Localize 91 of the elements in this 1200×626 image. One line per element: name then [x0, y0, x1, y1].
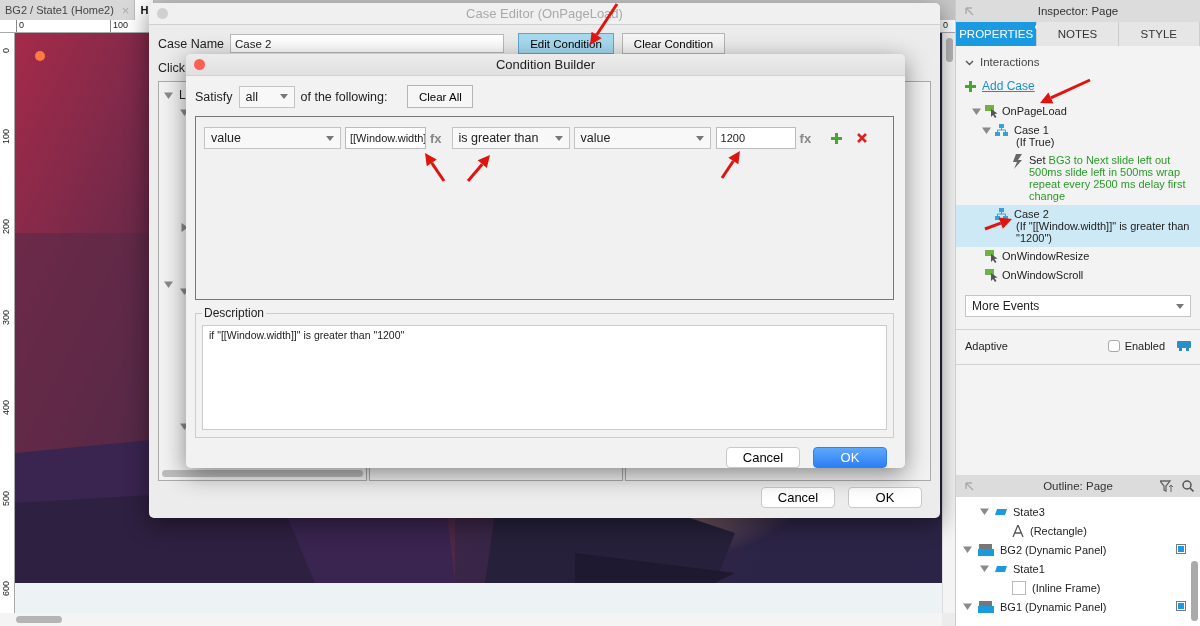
annotation-arrow [720, 151, 740, 179]
text-widget-icon [1012, 524, 1024, 537]
case-condition: (If True) [1015, 136, 1055, 148]
state-icon [995, 565, 1007, 572]
inspector-tab[interactable]: STYLE [1118, 22, 1200, 46]
caret-icon [279, 94, 288, 99]
scrollbar-thumb[interactable] [946, 38, 953, 62]
operator-dropdown[interactable]: is greater than [451, 127, 570, 149]
annotation-arrow [984, 217, 1012, 231]
condition-button[interactable]: Clear Condition [622, 33, 725, 54]
event-label[interactable]: OnPageLoad [1002, 105, 1067, 117]
add-icon[interactable] [965, 80, 976, 92]
caret-icon [695, 135, 704, 141]
annotation-arrow [425, 153, 446, 182]
event-label[interactable]: OnWindowScroll [1002, 269, 1084, 281]
ruler: 0 100 200 300 400 500 600 [0, 33, 15, 613]
panel-title: Inspector: Page [1037, 5, 1119, 17]
triangle-icon[interactable] [972, 107, 981, 116]
dynamic-panel-icon [978, 600, 994, 613]
case-condition: (If "[[Window.width]]" is greater than "1200") [1015, 220, 1191, 244]
case-icon [995, 208, 1008, 220]
outline-label[interactable]: (Rectangle) [1030, 524, 1087, 537]
case-item[interactable]: Case 1 (If True) Set BG3 to Next slide left out 500ms slide left in 500ms wrap repeat every 2500 ms delay first change [956, 121, 1200, 205]
ok-button[interactable]: OK [848, 487, 922, 508]
event-label[interactable]: OnWindowResize [1002, 250, 1090, 262]
case-label: Case 1 [1014, 124, 1050, 136]
delete-icon[interactable] [857, 133, 868, 143]
event-icon [985, 269, 998, 282]
triangle-icon[interactable] [982, 126, 991, 135]
field-label: Case Name [158, 36, 224, 51]
type-dropdown[interactable]: value [573, 127, 711, 149]
lightning-icon [1012, 154, 1023, 169]
clear-all-button[interactable]: Clear All [407, 85, 474, 108]
checkbox[interactable] [1176, 544, 1186, 554]
case-icon [995, 124, 1008, 136]
outline-label[interactable]: State1 [1013, 562, 1045, 575]
add-icon[interactable] [831, 132, 843, 144]
inspector-tab[interactable]: NOTES [1037, 22, 1119, 46]
value-field[interactable]: 1200 [715, 127, 796, 149]
scrollbar-thumb[interactable] [162, 470, 363, 477]
case-label: Case 2 [1014, 208, 1050, 220]
filter-icon[interactable] [1160, 480, 1174, 492]
annotation-arrow [466, 155, 490, 182]
triangle-icon[interactable] [164, 90, 173, 100]
field-label: of the following: [300, 89, 388, 104]
checkbox-label: Enabled [1124, 340, 1165, 352]
tree-label[interactable]: L [179, 88, 186, 102]
condition-button[interactable]: Edit Condition [518, 33, 614, 54]
type-dropdown[interactable]: value [204, 127, 341, 149]
triangle-icon[interactable] [963, 601, 972, 611]
field-label: Satisfy [195, 89, 233, 104]
outline-label[interactable]: BG2 (Dynamic Panel) [1000, 543, 1107, 556]
event-icon [985, 105, 998, 118]
caret-icon [326, 135, 334, 141]
case-item[interactable]: Case 2 (If "[[Window.width]]" is greater than "1200") [956, 205, 1200, 247]
checkbox[interactable] [1176, 601, 1186, 611]
event-icon [985, 250, 998, 263]
scrollbar-thumb[interactable] [16, 616, 62, 623]
section-label[interactable]: Interactions [980, 56, 1040, 68]
value-field[interactable]: [[Window.width] [345, 127, 426, 149]
devices-icon[interactable] [1177, 341, 1191, 351]
outline-label[interactable]: State3 [1013, 505, 1045, 518]
annotation-arrow [1040, 78, 1091, 104]
fieldset-label: Description [202, 306, 267, 320]
description-field[interactable]: if "[[Window.width]]" is greater than "1200" [202, 325, 887, 430]
inline-frame-icon [1012, 580, 1026, 595]
expand-icon[interactable] [964, 481, 974, 491]
triangle-icon[interactable] [980, 506, 989, 516]
triangle-icon[interactable] [164, 280, 173, 289]
state-icon [995, 508, 1007, 515]
section-label: Click [158, 61, 186, 75]
cancel-button[interactable]: Cancel [726, 447, 800, 468]
more-events-dropdown[interactable]: More Events [965, 295, 1191, 317]
field-label: Adaptive [965, 340, 1008, 352]
panel-title: Outline: Page [1043, 480, 1113, 492]
action-text: Set BG3 to Next slide left out 500ms slide left in 500ms wrap repeat every 2500 ms delay first change [1029, 154, 1187, 202]
case-name-field[interactable]: Case 2 [230, 34, 504, 53]
satisfy-dropdown[interactable]: all [238, 85, 295, 108]
expand-icon[interactable] [964, 6, 974, 16]
scrollbar-thumb[interactable] [1191, 561, 1198, 621]
caret-icon [1176, 303, 1184, 309]
window-title: Condition Builder [496, 57, 595, 72]
cancel-button[interactable]: Cancel [761, 487, 835, 508]
search-icon[interactable] [1182, 480, 1194, 492]
caret-icon [554, 135, 563, 141]
window-close-button[interactable] [194, 59, 205, 70]
dynamic-panel-icon [978, 543, 994, 556]
outline-label[interactable]: BG1 (Dynamic Panel) [1000, 600, 1107, 613]
outline-label[interactable]: (Inline Frame) [1032, 581, 1101, 594]
checkbox[interactable] [1107, 340, 1120, 352]
document-tab[interactable]: BG2 / State1 (Home2) × [0, 0, 136, 20]
